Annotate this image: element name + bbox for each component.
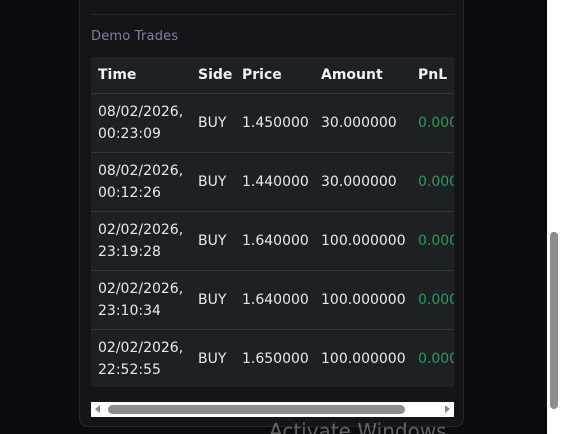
cell-price: 1.640000 xyxy=(235,270,314,330)
cell-price: 1.450000 xyxy=(235,93,314,153)
cell-side: BUY xyxy=(191,270,235,330)
header-time: Time xyxy=(91,57,191,94)
cell-side: BUY xyxy=(191,152,235,212)
windows-activation-watermark: Activate Windows xyxy=(269,419,447,434)
cell-amount: 30.000000 xyxy=(314,152,411,212)
table-header-row: Time Side Price Amount PnL xyxy=(91,57,454,94)
section-title: Demo Trades xyxy=(91,29,179,44)
cell-pnl: 0.000 xyxy=(411,93,454,153)
cell-time: 02/02/2026, 22:52:55 xyxy=(91,329,191,387)
divider xyxy=(91,14,454,15)
cell-price: 1.650000 xyxy=(235,329,314,387)
table-row: 02/02/2026, 23:10:34 BUY 1.640000 100.00… xyxy=(91,270,454,330)
cell-amount: 100.000000 xyxy=(314,270,411,330)
cell-amount: 30.000000 xyxy=(314,93,411,153)
page: Demo Trades Time Side Price Amount PnL 0… xyxy=(0,0,561,434)
horizontal-scrollbar-thumb[interactable] xyxy=(108,405,405,414)
cell-pnl: 0.000 xyxy=(411,211,454,271)
cell-amount: 100.000000 xyxy=(314,211,411,271)
cell-price: 1.640000 xyxy=(235,211,314,271)
cell-time: 08/02/2026, 00:23:09 xyxy=(91,93,191,153)
table-row: 08/02/2026, 00:12:26 BUY 1.440000 30.000… xyxy=(91,152,454,212)
vertical-scrollbar[interactable] xyxy=(547,0,561,434)
trades-table-container[interactable]: Time Side Price Amount PnL 08/02/2026, 0… xyxy=(91,57,454,387)
header-side: Side xyxy=(191,57,235,94)
cell-pnl: 0.000 xyxy=(411,329,454,387)
header-amount: Amount xyxy=(314,57,411,94)
cell-side: BUY xyxy=(191,93,235,153)
cell-price: 1.440000 xyxy=(235,152,314,212)
cell-side: BUY xyxy=(191,211,235,271)
table-row: 02/02/2026, 23:19:28 BUY 1.640000 100.00… xyxy=(91,211,454,271)
trades-table: Time Side Price Amount PnL 08/02/2026, 0… xyxy=(91,57,454,387)
scroll-right-arrow-icon[interactable] xyxy=(445,405,450,413)
cell-pnl: 0.000 xyxy=(411,270,454,330)
cell-time: 02/02/2026, 23:19:28 xyxy=(91,211,191,271)
header-price: Price xyxy=(235,57,314,94)
table-row: 02/02/2026, 22:52:55 BUY 1.650000 100.00… xyxy=(91,329,454,387)
cell-side: BUY xyxy=(191,329,235,387)
scroll-left-arrow-icon[interactable] xyxy=(95,405,100,413)
cell-amount: 100.000000 xyxy=(314,329,411,387)
header-pnl: PnL xyxy=(411,57,454,94)
vertical-scrollbar-thumb[interactable] xyxy=(550,232,558,409)
cell-time: 02/02/2026, 23:10:34 xyxy=(91,270,191,330)
table-row: 08/02/2026, 00:23:09 BUY 1.450000 30.000… xyxy=(91,93,454,153)
horizontal-scrollbar[interactable] xyxy=(91,402,454,417)
cell-pnl: 0.000 xyxy=(411,152,454,212)
cell-time: 08/02/2026, 00:12:26 xyxy=(91,152,191,212)
